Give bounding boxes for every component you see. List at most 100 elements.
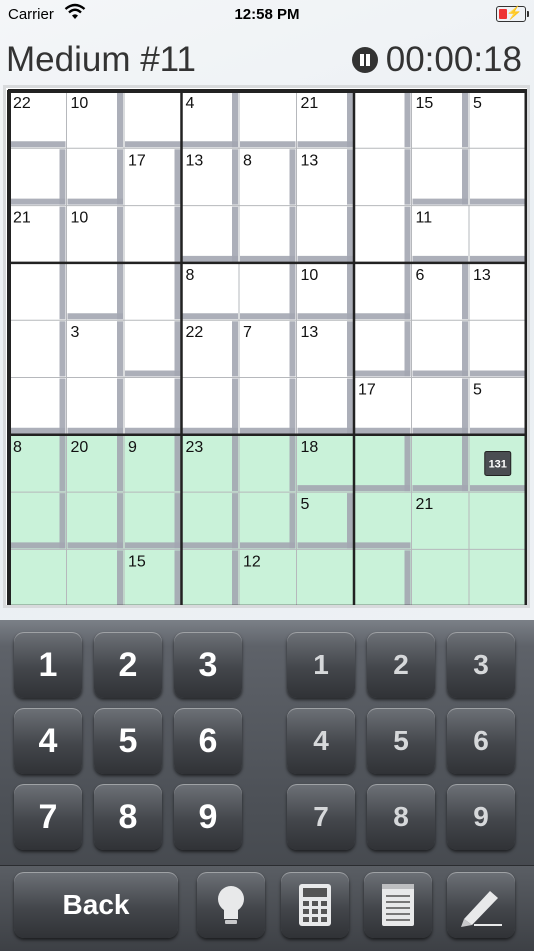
cage-sum: 23 [186, 439, 204, 456]
note-key-5[interactable]: 5 [367, 708, 435, 774]
battery-icon: ⚡ [496, 5, 529, 22]
cage-sum: 10 [301, 267, 319, 284]
cell[interactable] [296, 205, 355, 263]
cell[interactable] [411, 434, 470, 493]
cell[interactable] [411, 549, 470, 605]
cell[interactable] [124, 205, 182, 263]
cell[interactable] [66, 377, 125, 435]
cage-sum: 18 [301, 439, 319, 456]
cage-sum: 4 [186, 95, 195, 112]
cell[interactable] [296, 549, 355, 605]
note-key-6[interactable]: 6 [447, 708, 515, 774]
cage-sum: 8 [186, 267, 195, 284]
cell[interactable] [354, 434, 412, 493]
pencil-icon [461, 891, 502, 927]
cage-sum: 7 [243, 324, 252, 341]
cell[interactable] [9, 262, 67, 321]
digit-key-5[interactable]: 5 [94, 708, 162, 774]
cell[interactable] [9, 148, 67, 206]
note-key-1[interactable]: 1 [287, 632, 355, 698]
cell[interactable] [239, 434, 297, 493]
cell[interactable] [181, 492, 240, 550]
cage-sum: 22 [186, 324, 204, 341]
cell[interactable] [181, 205, 240, 263]
cell[interactable] [354, 320, 412, 378]
cage-sum: 13 [473, 267, 491, 284]
clock: 12:58 PM [234, 6, 300, 23]
digit-key-3[interactable]: 3 [174, 632, 242, 698]
cage-sum: 15 [128, 553, 146, 570]
digit-key-7[interactable]: 7 [14, 784, 82, 850]
pencil-button[interactable] [447, 872, 515, 938]
pause-icon[interactable] [351, 47, 378, 73]
note-key-9[interactable]: 9 [447, 784, 515, 850]
cell[interactable] [66, 148, 125, 206]
cell[interactable] [124, 377, 182, 435]
digit-key-8[interactable]: 8 [94, 784, 162, 850]
cage-sum: 10 [71, 210, 89, 227]
cell[interactable] [469, 492, 527, 550]
total-badge-value: 131 [489, 458, 507, 470]
cage-sum: 13 [301, 324, 319, 341]
calculator-button[interactable] [281, 872, 349, 938]
cage-sum: 8 [13, 439, 22, 456]
cell[interactable] [66, 262, 125, 321]
back-button[interactable]: Back [14, 872, 178, 938]
hint-button[interactable] [197, 872, 265, 938]
killer-sudoku-board[interactable]: 22 10 4 21 15 5 17 13 8 13 21 10 11 8 10 6 13 3 22 7 13 17 5 8 2… [6, 88, 527, 605]
cell[interactable] [354, 148, 412, 206]
cell[interactable] [124, 91, 182, 149]
cell[interactable] [181, 377, 240, 435]
cell[interactable] [9, 549, 67, 605]
cage-sum: 9 [128, 439, 137, 456]
cage-sum: 21 [416, 496, 434, 513]
cell[interactable] [124, 262, 182, 321]
cell[interactable] [354, 492, 412, 550]
cell[interactable] [9, 492, 67, 550]
cell[interactable] [296, 377, 355, 435]
cell[interactable] [354, 205, 412, 263]
cell[interactable] [469, 549, 527, 605]
digit-key-2[interactable]: 2 [94, 632, 162, 698]
cell[interactable] [354, 549, 412, 605]
note-key-2[interactable]: 2 [367, 632, 435, 698]
cage-sum: 10 [71, 95, 89, 112]
note-key-8[interactable]: 8 [367, 784, 435, 850]
cage-sum: 13 [301, 152, 319, 169]
board-frame: 22 10 4 21 15 5 17 13 8 13 21 10 11 8 10 6 13 3 22 7 13 17 5 8 2… [3, 85, 530, 608]
digit-key-6[interactable]: 6 [174, 708, 242, 774]
cell[interactable] [469, 205, 527, 263]
cell[interactable] [354, 91, 412, 149]
cell[interactable] [124, 492, 182, 550]
digit-key-1[interactable]: 1 [14, 632, 82, 698]
cage-sum: 5 [473, 382, 482, 399]
timer-value: 00:00:18 [385, 40, 522, 79]
cell[interactable] [66, 492, 125, 550]
cell[interactable] [411, 377, 470, 435]
cell[interactable] [469, 320, 527, 378]
cell[interactable] [239, 262, 297, 321]
cage-sum: 15 [416, 95, 434, 112]
cell[interactable] [66, 549, 125, 605]
digit-key-9[interactable]: 9 [174, 784, 242, 850]
cell[interactable] [239, 91, 297, 149]
cell[interactable] [9, 377, 67, 435]
notes-button[interactable] [364, 872, 432, 938]
cell[interactable] [239, 377, 297, 435]
cell[interactable] [411, 148, 470, 206]
cell[interactable] [124, 320, 182, 378]
cell[interactable] [354, 262, 412, 321]
note-key-4[interactable]: 4 [287, 708, 355, 774]
cell[interactable] [181, 549, 240, 605]
back-button-label: Back [62, 889, 130, 920]
cell[interactable] [239, 205, 297, 263]
note-key-7[interactable]: 7 [287, 784, 355, 850]
note-key-3[interactable]: 3 [447, 632, 515, 698]
cage-sum: 8 [243, 152, 252, 169]
cell[interactable] [9, 320, 67, 378]
cage-sum: 12 [243, 553, 261, 570]
cell[interactable] [411, 320, 470, 378]
cell[interactable] [239, 492, 297, 550]
cell[interactable] [469, 148, 527, 206]
digit-key-4[interactable]: 4 [14, 708, 82, 774]
